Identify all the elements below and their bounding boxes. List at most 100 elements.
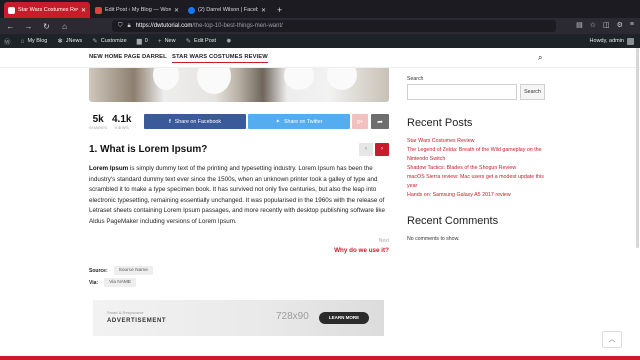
prev-page-button[interactable]: ‹	[359, 143, 373, 156]
advertisement-banner[interactable]: Smart & Responsive ADVERTISEMENT 728x90 …	[93, 300, 384, 336]
recent-post-link[interactable]: Shadow Tactics: Blades of the Shogun Rev…	[407, 164, 545, 173]
tab-edit-post[interactable]: Edit Post ‹ My Blog — WordPress ✕	[91, 2, 183, 18]
lead-text: Lorem Ipsum	[89, 165, 129, 172]
ad-title: ADVERTISEMENT	[107, 318, 167, 324]
source-chip[interactable]: Source Name	[113, 266, 153, 275]
recent-post-link[interactable]: The Legend of Zelda: Breath of the Wild …	[407, 146, 545, 164]
recent-post-link[interactable]: Star Wars Costumes Review	[407, 137, 545, 146]
pencil-icon: ✎	[185, 38, 192, 45]
site-favicon-icon	[8, 6, 15, 14]
views-count: 4.1k	[112, 114, 132, 125]
admin-settings[interactable]: ✹	[226, 37, 231, 45]
source-label: Source:	[89, 267, 108, 274]
chevron-up-icon: ︿	[608, 336, 616, 343]
howdy-text: Howdy, admin	[589, 38, 624, 44]
views-stat: 4.1k VIEWS	[112, 114, 131, 130]
site-main-menu: NEW HOME PAGE DARREL STAR WARS COSTUMES …	[0, 48, 640, 68]
home-icon: ⌂	[20, 37, 25, 45]
brush-icon: ✎	[92, 38, 98, 45]
site-favicon-icon	[95, 6, 102, 14]
recent-posts-list: Star Wars Costumes Review The Legend of …	[407, 137, 545, 200]
tab-label: Star Wars Costumes Review – d	[18, 7, 78, 13]
shield-icon[interactable]: ⛉	[118, 23, 123, 30]
reader-view-icon[interactable]: ▤	[576, 21, 583, 29]
article-heading: 1. What is Lorem Ipsum?	[89, 144, 208, 155]
back-icon[interactable]: ←	[6, 22, 15, 31]
search-input[interactable]	[407, 84, 517, 100]
facebook-icon: f	[169, 118, 171, 125]
page-scrollbar[interactable]	[636, 48, 639, 248]
recent-post-link[interactable]: Hands on: Samsung Galaxy A5 2017 review	[407, 191, 545, 200]
share-google-plus-button[interactable]: g+	[352, 114, 368, 129]
menu-icon[interactable]: ≡	[630, 21, 634, 29]
next-page-button[interactable]: ›	[375, 143, 389, 156]
search-icon[interactable]: ⌕	[538, 53, 542, 63]
search-label: Search	[407, 76, 424, 82]
browser-tab-strip: Star Wars Costumes Review – d ✕ Edit Pos…	[0, 0, 640, 18]
forward-icon[interactable]: →	[24, 22, 33, 31]
plus-icon: +	[157, 37, 162, 45]
browser-nav-bar: ← → ↻ ⌂ ⛉ 🔒︎ https://dwtutorial.com/the-…	[0, 18, 640, 34]
nav-right-icons: ▤ ☆ ◫ ⚙ ≡	[576, 21, 634, 29]
search-button[interactable]: Search	[520, 84, 545, 100]
admin-customize[interactable]: ✎ Customize	[92, 37, 126, 45]
lock-icon[interactable]: 🔒︎	[128, 23, 131, 30]
recent-posts-title: Recent Posts	[407, 117, 473, 129]
admin-edit-post[interactable]: ✎ Edit Post	[186, 37, 216, 45]
twitter-icon: ✦	[275, 118, 280, 125]
wordpress-logo-icon[interactable]: Ⓦ	[4, 36, 11, 46]
ad-dimensions: 728x90	[276, 311, 309, 322]
body-text: is simply dummy text of the printing and…	[89, 165, 385, 225]
google-plus-icon: g+	[356, 118, 364, 125]
reload-icon[interactable]: ↻	[42, 22, 51, 31]
pocket-icon[interactable]: ◫	[603, 21, 610, 29]
menu-item-darrel[interactable]: DARREL	[142, 54, 167, 60]
via-label: Via:	[89, 279, 99, 286]
via-chip[interactable]: Via NAME	[104, 278, 137, 287]
ad-subtitle: Smart & Responsive	[107, 310, 144, 315]
next-label: Next	[378, 238, 389, 244]
scroll-to-top-button[interactable]: ︿	[602, 331, 622, 348]
home-icon[interactable]: ⌂	[60, 22, 69, 31]
views-label: VIEWS	[114, 125, 129, 130]
admin-comments[interactable]: ▆ 0	[137, 37, 148, 45]
source-row: Source: Source Name	[89, 266, 153, 275]
jnews-icon: ✱	[57, 38, 63, 45]
learn-more-button[interactable]: LEARN MORE	[319, 312, 369, 324]
bookmark-star-icon[interactable]: ☆	[590, 21, 596, 29]
new-tab-button[interactable]: +	[271, 2, 288, 18]
url-bar[interactable]: ⛉ 🔒︎ https://dwtutorial.com/the-top-10-b…	[112, 20, 556, 32]
close-icon[interactable]: ✕	[174, 7, 179, 14]
close-icon[interactable]: ✕	[81, 7, 86, 14]
tab-label: Edit Post ‹ My Blog — WordPress	[105, 7, 171, 13]
footer-accent-bar	[0, 356, 640, 360]
admin-new[interactable]: + New	[158, 38, 176, 45]
close-icon[interactable]: ✕	[261, 7, 266, 14]
share-more-button[interactable]: ➦	[371, 114, 389, 129]
share-facebook-button[interactable]: f Share on Facebook	[144, 114, 246, 129]
no-comments-text: No comments to show.	[407, 236, 460, 242]
menu-item-star-wars-costumes-review[interactable]: STAR WARS COSTUMES REVIEW	[172, 54, 268, 63]
share-arrow-icon: ➦	[377, 118, 383, 126]
avatar	[627, 37, 634, 45]
recent-comments-title: Recent Comments	[407, 215, 499, 227]
wp-admin-bar: Ⓦ ⌂ My Blog ✱ JNews ✎ Customize ▆ 0 + New ✎ Ed…	[0, 34, 640, 48]
url-text: https://dwtutorial.com/the-top-10-best-t…	[135, 23, 283, 29]
recent-post-link[interactable]: macOS Sierra review: Mac users get a mod…	[407, 173, 545, 191]
admin-jnews[interactable]: ✱ JNews	[57, 37, 82, 45]
extensions-icon[interactable]: ⚙	[617, 21, 623, 29]
admin-account[interactable]: Howdy, admin	[590, 34, 634, 48]
menu-item-new-home-page[interactable]: NEW HOME PAGE	[89, 54, 140, 60]
tab-label: (2) Darrel Wilson | Facebook	[198, 7, 258, 13]
shares-label: SHARES	[89, 125, 108, 130]
chevron-right-icon: ›	[381, 146, 383, 152]
facebook-favicon-icon	[188, 6, 195, 14]
admin-my-blog[interactable]: ⌂ My Blog	[21, 38, 48, 45]
tab-facebook[interactable]: (2) Darrel Wilson | Facebook ✕	[184, 2, 270, 18]
gear-icon: ✹	[226, 38, 232, 45]
share-twitter-button[interactable]: ✦ Share on Twitter	[248, 114, 350, 129]
comment-icon: ▆	[136, 38, 142, 45]
next-article-link[interactable]: Why do we use it?	[300, 247, 389, 254]
article-paragraph: Lorem Ipsum is simply dummy text of the …	[89, 164, 389, 228]
tab-star-wars-review[interactable]: Star Wars Costumes Review – d ✕	[4, 2, 90, 18]
